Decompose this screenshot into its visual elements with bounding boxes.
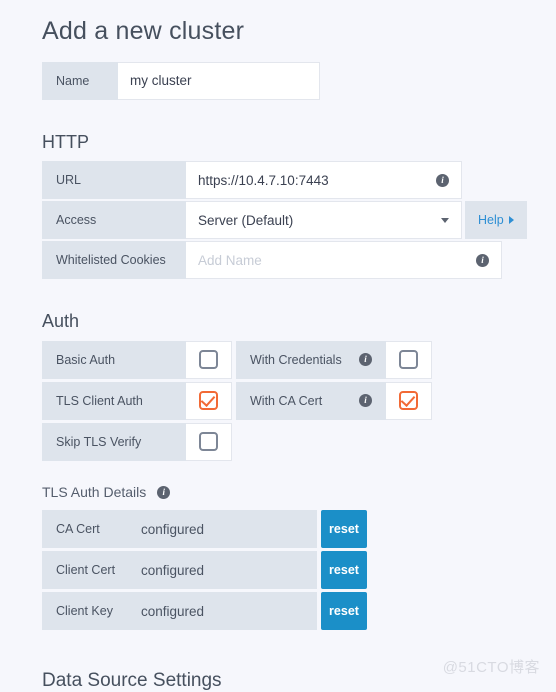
chevron-right-icon (508, 216, 514, 225)
tls-auth-details-label: TLS Auth Details (42, 483, 147, 500)
client-key-label: Client Key (42, 592, 137, 631)
info-icon[interactable]: i (157, 485, 171, 499)
auth-row: Skip TLS Verify (42, 422, 514, 461)
ca-cert-reset-button[interactable]: reset (321, 510, 367, 549)
skip-tls-verify-checkbox-cell[interactable] (186, 422, 232, 461)
ca-cert-label: CA Cert (42, 510, 137, 549)
access-label: Access (42, 201, 186, 240)
with-ca-cert-label-cell: With CA Cert i (236, 381, 386, 420)
info-icon[interactable]: i (359, 353, 372, 367)
name-input[interactable] (118, 61, 320, 100)
client-key-reset-button[interactable]: reset (321, 592, 367, 631)
help-button[interactable]: Help (465, 201, 527, 240)
client-cert-reset-button[interactable]: reset (321, 551, 367, 590)
whitelisted-cookies-row: Whitelisted Cookies Add Name i (42, 241, 502, 280)
with-credentials-checkbox[interactable] (399, 350, 418, 370)
http-section-title: HTTP (42, 131, 89, 152)
tls-auth-details-title: TLS Auth Details i (42, 484, 514, 501)
url-value: https://10.4.7.10:7443 (198, 172, 329, 188)
table-row: Client Cert configured reset (42, 551, 514, 590)
whitelisted-cookies-label: Whitelisted Cookies (42, 241, 186, 280)
basic-auth-checkbox-cell[interactable] (186, 340, 232, 379)
with-credentials-field: With Credentials i (236, 340, 432, 379)
add-cluster-form: Add a new cluster Name HTTP URL https://… (0, 0, 527, 631)
access-row: Access Server (Default) Help (42, 201, 556, 240)
basic-auth-field: Basic Auth (42, 340, 232, 379)
with-credentials-checkbox-cell[interactable] (386, 340, 432, 379)
data-source-settings-title: Data Source Settings (42, 670, 222, 691)
name-label: Name (42, 61, 118, 100)
whitelisted-cookies-input[interactable]: Add Name i (186, 241, 502, 280)
ca-cert-status: configured (137, 510, 317, 549)
skip-tls-verify-label: Skip TLS Verify (42, 422, 186, 461)
tls-client-auth-checkbox[interactable] (199, 391, 218, 411)
client-cert-status: configured (137, 551, 317, 590)
basic-auth-label: Basic Auth (42, 340, 186, 379)
table-row: Client Key configured reset (42, 592, 514, 631)
with-ca-cert-checkbox[interactable] (399, 391, 418, 411)
access-select[interactable]: Server (Default) (186, 201, 462, 240)
client-cert-label: Client Cert (42, 551, 137, 590)
with-credentials-label-cell: With Credentials i (236, 340, 386, 379)
whitelisted-cookies-placeholder: Add Name (198, 252, 262, 268)
auth-section-title: Auth (42, 311, 80, 332)
watermark: @51CTO博客 (442, 659, 540, 676)
url-row: URL https://10.4.7.10:7443 i (42, 161, 462, 200)
client-key-status: configured (137, 592, 317, 631)
with-credentials-label: With Credentials (250, 352, 342, 367)
auth-rows: Basic Auth With Credentials i TLS Client… (42, 340, 514, 464)
url-input[interactable]: https://10.4.7.10:7443 i (186, 161, 462, 200)
help-button-label: Help (478, 213, 504, 228)
chevron-down-icon[interactable] (441, 217, 449, 223)
table-row: CA Cert configured reset (42, 510, 514, 549)
skip-tls-verify-field: Skip TLS Verify (42, 422, 232, 461)
name-row: Name (42, 61, 320, 100)
info-icon[interactable]: i (359, 394, 372, 408)
auth-row: TLS Client Auth With CA Cert i (42, 381, 514, 420)
info-icon[interactable]: i (476, 253, 489, 267)
with-ca-cert-checkbox-cell[interactable] (386, 381, 432, 420)
page-title: Add a new cluster (42, 17, 245, 45)
with-ca-cert-field: With CA Cert i (236, 381, 432, 420)
info-icon[interactable]: i (436, 173, 449, 187)
auth-row: Basic Auth With Credentials i (42, 340, 514, 379)
tls-client-auth-label: TLS Client Auth (42, 381, 186, 420)
access-value: Server (Default) (198, 212, 294, 228)
tls-client-auth-checkbox-cell[interactable] (186, 381, 232, 420)
skip-tls-verify-checkbox[interactable] (199, 432, 218, 452)
tls-auth-details-rows: CA Cert configured reset Client Cert con… (42, 510, 514, 631)
basic-auth-checkbox[interactable] (199, 350, 218, 370)
tls-client-auth-field: TLS Client Auth (42, 381, 232, 420)
url-label: URL (42, 161, 186, 200)
with-ca-cert-label: With CA Cert (250, 393, 323, 408)
